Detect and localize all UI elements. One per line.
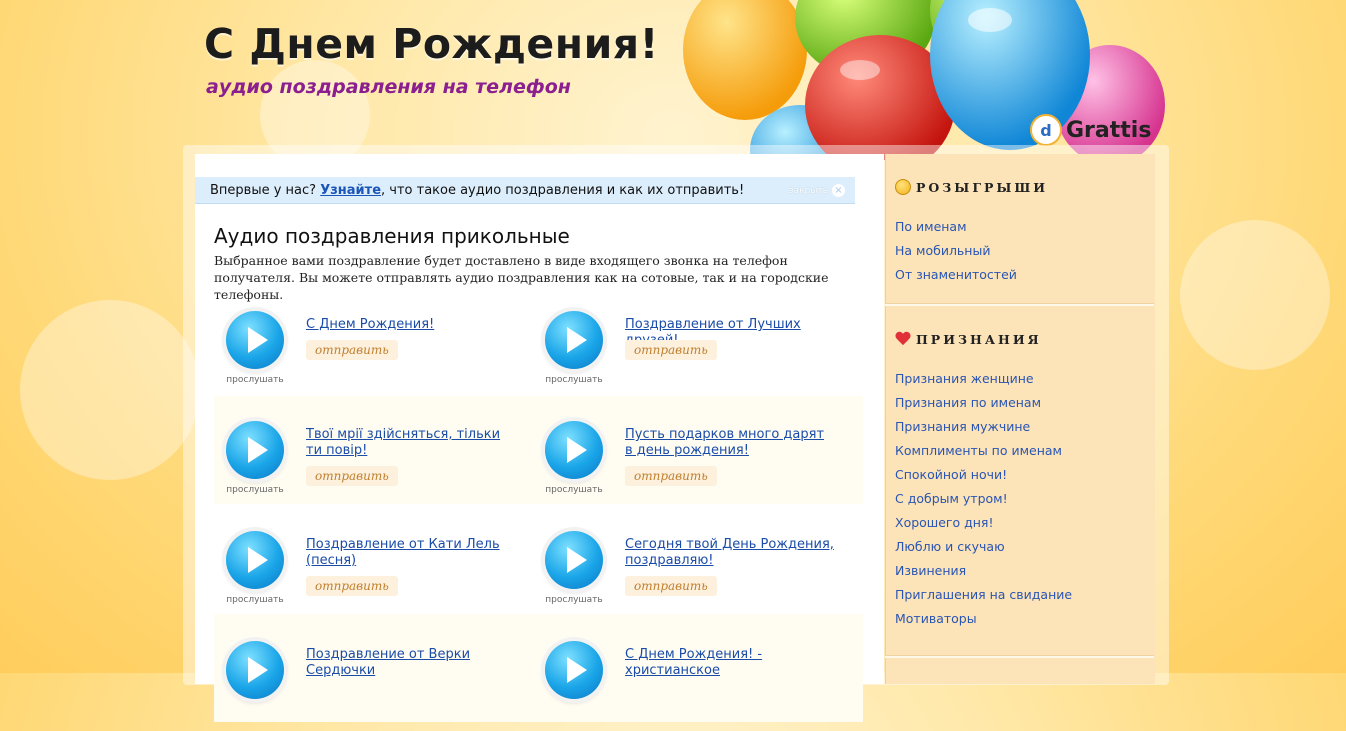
greeting-title-link[interactable]: Пусть подарков много дарят в день рожден…: [625, 427, 835, 459]
greeting-item: С Днем Рождения! - христианское: [534, 641, 834, 731]
sidebar-link-from-celebrities[interactable]: От знаменитостей: [895, 267, 1017, 282]
greeting-item: прослушать Поздравление от Кати Лель (пе…: [215, 531, 515, 621]
play-icon[interactable]: [226, 421, 284, 479]
sidebar-divider: [885, 655, 1154, 658]
play-icon[interactable]: [545, 421, 603, 479]
sidebar-divider: [885, 303, 1154, 306]
sidebar-section-confessions: ПРИЗНАНИЯ Признания женщине Признания по…: [895, 330, 1145, 632]
notice-suffix: , что такое аудио поздравления и как их …: [381, 182, 745, 198]
sidebar-link[interactable]: Комплименты по именам: [895, 443, 1062, 458]
sidebar-section-pranks: РОЗЫГРЫШИ По именам На мобильный От знам…: [895, 178, 1145, 288]
page-description: Выбранное вами поздравление будет достав…: [214, 253, 829, 302]
info-notice: Впервые у нас? Узнайте, что такое аудио …: [195, 177, 855, 204]
smile-icon: [895, 179, 911, 195]
greeting-item: прослушать Твої мрії здійсняться, тільки…: [215, 421, 515, 511]
listen-label[interactable]: прослушать: [215, 375, 295, 385]
sidebar-item: Мотиваторы: [895, 608, 1145, 632]
sidebar-link-list: Признания женщине Признания по именам Пр…: [895, 368, 1145, 632]
sidebar-item: Признания женщине: [895, 368, 1145, 392]
sidebar-item: Комплименты по именам: [895, 440, 1145, 464]
send-button[interactable]: отправить: [306, 340, 398, 360]
background-bokeh: [20, 300, 200, 480]
greeting-title-link[interactable]: Поздравление от Кати Лель (песня): [306, 537, 506, 569]
sidebar-link[interactable]: Хорошего дня!: [895, 515, 993, 530]
sidebar-section-title: ПРИЗНАНИЯ: [916, 331, 1042, 347]
sidebar-link-to-mobile[interactable]: На мобильный: [895, 243, 990, 258]
grattis-logo-icon: d: [1030, 114, 1062, 146]
sidebar-link[interactable]: Люблю и скучаю: [895, 539, 1005, 554]
greeting-title-link[interactable]: Поздравление от Верки Сердючки: [306, 647, 486, 679]
sidebar-item: Приглашения на свидание: [895, 584, 1145, 608]
sidebar-link[interactable]: Приглашения на свидание: [895, 587, 1072, 602]
site-subtitle: аудио поздравления на телефон: [206, 76, 571, 98]
sidebar-link[interactable]: Признания мужчине: [895, 419, 1030, 434]
close-icon: ×: [832, 184, 845, 197]
greeting-item: Поздравление от Верки Сердючки: [215, 641, 515, 731]
sidebar-item: Извинения: [895, 560, 1145, 584]
sidebar-link-by-names[interactable]: По именам: [895, 219, 967, 234]
sidebar-item: Спокойной ночи!: [895, 464, 1145, 488]
play-icon[interactable]: [545, 531, 603, 589]
page-heading: Аудио поздравления прикольные: [214, 224, 570, 248]
greeting-item: прослушать Сегодня твой День Рождения, п…: [534, 531, 834, 621]
heart-icon: [895, 331, 911, 347]
sidebar-link[interactable]: Признания по именам: [895, 395, 1041, 410]
play-icon[interactable]: [545, 641, 603, 699]
listen-label[interactable]: прослушать: [215, 485, 295, 495]
play-icon[interactable]: [226, 531, 284, 589]
sidebar-item: На мобильный: [895, 240, 1145, 264]
play-icon[interactable]: [226, 641, 284, 699]
background-bokeh: [1180, 220, 1330, 370]
sidebar-item: По именам: [895, 216, 1145, 240]
brand-logo[interactable]: d Grattis: [1030, 114, 1151, 146]
sidebar-link[interactable]: Извинения: [895, 563, 966, 578]
brand-name: Grattis: [1066, 117, 1152, 143]
sidebar-item: Люблю и скучаю: [895, 536, 1145, 560]
greeting-title-link[interactable]: С Днем Рождения! - христианское: [625, 647, 785, 679]
sidebar-link-list: По именам На мобильный От знаменитостей: [895, 216, 1145, 288]
greeting-title-link[interactable]: Твої мрії здійсняться, тільки ти повір!: [306, 427, 516, 459]
sidebar-link[interactable]: Признания женщине: [895, 371, 1034, 386]
sidebar-section-title: РОЗЫГРЫШИ: [916, 179, 1049, 195]
notice-prefix: Впервые у нас?: [210, 182, 317, 198]
notice-learn-link[interactable]: Узнайте: [320, 183, 381, 198]
sidebar-section-header: ПРИЗНАНИЯ: [895, 330, 1145, 348]
sidebar-item: Признания по именам: [895, 392, 1145, 416]
sidebar-item: С добрым утром!: [895, 488, 1145, 512]
sidebar-item: Признания мужчине: [895, 416, 1145, 440]
greeting-item: прослушать Поздравление от Лучших друзей…: [534, 311, 834, 401]
send-button[interactable]: отправить: [306, 576, 398, 596]
send-button[interactable]: отправить: [625, 576, 717, 596]
listen-label[interactable]: прослушать: [534, 375, 614, 385]
listen-label[interactable]: прослушать: [215, 595, 295, 605]
sidebar-item: Хорошего дня!: [895, 512, 1145, 536]
sidebar-link[interactable]: С добрым утром!: [895, 491, 1008, 506]
sidebar-link[interactable]: Мотиваторы: [895, 611, 977, 626]
send-button[interactable]: отправить: [625, 466, 717, 486]
send-button[interactable]: отправить: [625, 340, 717, 360]
greeting-item: прослушать С Днем Рождения! отправить: [215, 311, 515, 401]
site-title[interactable]: С Днем Рождения!: [204, 20, 659, 68]
sidebar-section-header: РОЗЫГРЫШИ: [895, 178, 1145, 196]
notice-close-label: закрыть: [788, 185, 828, 196]
play-icon[interactable]: [226, 311, 284, 369]
listen-label[interactable]: прослушать: [534, 485, 614, 495]
sidebar-link[interactable]: Спокойной ночи!: [895, 467, 1007, 482]
play-icon[interactable]: [545, 311, 603, 369]
greeting-item: прослушать Пусть подарков много дарят в …: [534, 421, 834, 511]
greeting-title-link[interactable]: С Днем Рождения!: [306, 317, 526, 333]
listen-label[interactable]: прослушать: [534, 595, 614, 605]
sidebar-item: От знаменитостей: [895, 264, 1145, 288]
notice-close-button[interactable]: закрыть ×: [789, 184, 845, 197]
greeting-title-link[interactable]: Сегодня твой День Рождения, поздравляю!: [625, 537, 835, 569]
send-button[interactable]: отправить: [306, 466, 398, 486]
